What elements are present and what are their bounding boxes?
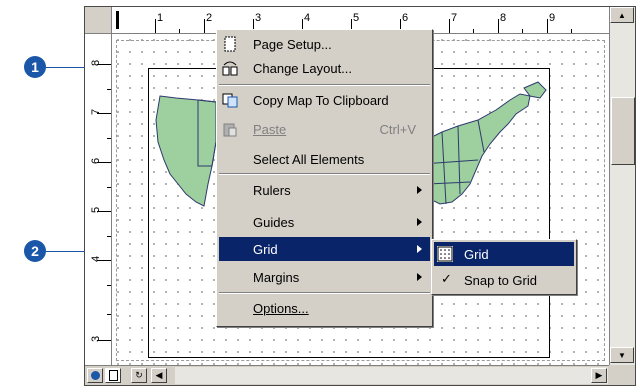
menu-item-page-setup[interactable]: Page Setup... xyxy=(219,32,430,56)
ruler-label: 6 xyxy=(90,157,102,164)
callout-2: 2 xyxy=(24,240,46,262)
horizontal-scrollbar[interactable] xyxy=(175,367,608,384)
submenu-arrow-icon xyxy=(417,218,422,226)
scroll-down-button[interactable]: ▼ xyxy=(610,347,634,363)
ruler-label: 8 xyxy=(90,59,102,66)
menu-item-grid[interactable]: Grid xyxy=(219,237,430,261)
menu-item-label: Page Setup... xyxy=(253,36,332,52)
grid-submenu: Grid ✓ Snap to Grid xyxy=(431,239,577,295)
menu-item-label: Margins xyxy=(253,269,300,285)
data-view-button[interactable] xyxy=(87,368,103,383)
scroll-right-button[interactable]: ▶ xyxy=(591,368,607,383)
callout-1: 1 xyxy=(24,56,46,78)
ruler-label: 5 xyxy=(353,12,360,24)
vertical-scroll-thumb[interactable] xyxy=(611,97,635,165)
menu-item-label: Rulers xyxy=(253,182,291,198)
ruler-label: 2 xyxy=(206,12,213,24)
submenu-arrow-icon xyxy=(417,186,422,194)
submenu-item-snap-to-grid[interactable]: ✓ Snap to Grid xyxy=(434,268,574,292)
menu-item-label: Copy Map To Clipboard xyxy=(253,92,389,108)
menu-separator xyxy=(219,84,430,86)
ruler-label: 3 xyxy=(90,335,102,342)
menu-item-rulers[interactable]: Rulers xyxy=(219,178,430,202)
menu-item-label: Paste xyxy=(253,121,287,137)
menu-separator xyxy=(219,292,430,294)
copy-map-icon xyxy=(222,93,238,108)
refresh-button[interactable]: ↻ xyxy=(131,368,147,383)
layout-view-button[interactable] xyxy=(105,368,121,383)
page-setup-icon xyxy=(224,36,236,52)
menu-item-label: Snap to Grid xyxy=(464,272,537,288)
menu-item-label: Grid xyxy=(253,241,278,257)
layout-context-menu: Page Setup... Change Layout... Copy Map … xyxy=(216,29,433,327)
ruler-label: 4 xyxy=(304,12,311,24)
menu-item-copy-map[interactable]: Copy Map To Clipboard xyxy=(219,88,430,112)
paste-icon xyxy=(223,123,237,137)
menu-item-guides[interactable]: Guides xyxy=(219,210,430,234)
menu-item-label: Select All Elements xyxy=(253,151,365,167)
menu-separator xyxy=(219,173,430,175)
globe-icon xyxy=(90,371,100,380)
ruler-label: 9 xyxy=(549,12,556,24)
ruler-label: 4 xyxy=(90,255,102,262)
ruler-label: 7 xyxy=(90,108,102,115)
vertical-scrollbar[interactable]: ▲ ▼ xyxy=(609,7,635,365)
ruler-label: 7 xyxy=(451,12,458,24)
submenu-arrow-icon xyxy=(417,245,422,253)
ruler-label: 1 xyxy=(157,12,164,24)
submenu-arrow-icon xyxy=(417,273,422,281)
menu-item-label: Options... xyxy=(253,300,309,316)
menu-item-select-all-elements[interactable]: Select All Elements xyxy=(219,147,430,171)
submenu-item-grid[interactable]: Grid xyxy=(434,242,574,266)
ruler-label: 5 xyxy=(90,206,102,213)
menu-item-label: Guides xyxy=(253,214,295,230)
menu-item-options[interactable]: Options... xyxy=(219,296,430,320)
menu-item-margins[interactable]: Margins xyxy=(219,265,430,289)
menu-item-shortcut: Ctrl+V xyxy=(379,121,416,137)
ruler-label: 3 xyxy=(255,12,262,24)
checkmark-icon: ✓ xyxy=(441,271,452,286)
menu-item-label: Grid xyxy=(464,246,489,262)
bottom-toolbar: ↻ ◀ ▶ xyxy=(85,365,609,385)
scroll-up-button[interactable]: ▲ xyxy=(610,7,634,23)
grid-icon xyxy=(437,246,453,262)
refresh-icon: ↻ xyxy=(135,370,143,380)
menu-item-label: Change Layout... xyxy=(253,60,353,76)
ruler-label: 6 xyxy=(402,12,409,24)
menu-item-change-layout[interactable]: Change Layout... xyxy=(219,56,430,80)
vertical-ruler[interactable]: 8 7 6 5 4 3 xyxy=(85,34,112,365)
page-icon xyxy=(108,370,118,381)
ruler-label: 8 xyxy=(500,12,507,24)
change-layout-icon xyxy=(222,61,238,76)
menu-item-paste[interactable]: Paste Ctrl+V xyxy=(219,117,430,141)
ruler-corner xyxy=(85,7,112,44)
scroll-left-button[interactable]: ◀ xyxy=(151,368,167,383)
